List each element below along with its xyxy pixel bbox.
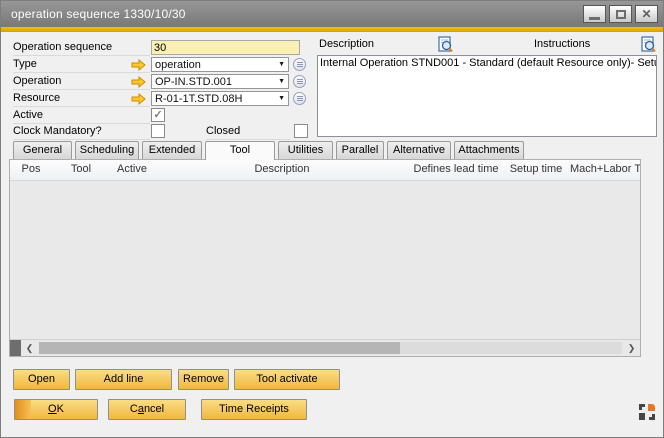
resource-dropdown[interactable]: R-01-1T.STD.08H ▼ (151, 91, 289, 106)
chevron-down-icon: ▼ (278, 61, 288, 68)
type-link-arrow-icon[interactable] (131, 59, 146, 71)
column-header-mach-labor-time: Mach+Labor Ti (570, 160, 640, 180)
time-receipts-button[interactable]: Time Receipts (201, 399, 307, 420)
closed-label: Closed (206, 124, 290, 140)
scroll-right-button[interactable]: ❯ (623, 340, 640, 356)
type-dropdown[interactable]: operation ▼ (151, 57, 289, 72)
operation-label: Operation (13, 74, 150, 90)
open-button[interactable]: Open (13, 369, 70, 390)
tab-general[interactable]: General (13, 141, 72, 159)
tool-table-panel: Pos Tool Active Description Defines lead… (9, 159, 641, 357)
column-header-defines-lead-time: Defines lead time (410, 160, 502, 180)
operation-sequence-label: Operation sequence (13, 40, 150, 56)
chevron-down-icon: ▼ (278, 78, 288, 85)
operation-choose-from-list-icon[interactable] (293, 75, 306, 88)
default-button-highlight (15, 400, 31, 419)
check-icon: ✓ (153, 110, 162, 121)
tab-strip: General Scheduling Extended Tool Utiliti… (13, 141, 527, 160)
add-line-button[interactable]: Add line (75, 369, 172, 390)
operation-sequence-input[interactable] (151, 40, 300, 55)
column-header-pos: Pos (10, 160, 52, 180)
resource-link-arrow-icon[interactable] (131, 93, 146, 105)
active-checkbox[interactable]: ✓ (151, 108, 165, 122)
chevron-left-icon: ❮ (26, 343, 34, 353)
chevron-down-icon: ▼ (278, 95, 288, 102)
clock-mandatory-checkbox[interactable] (151, 124, 165, 138)
instructions-expand-editor-icon[interactable] (641, 36, 656, 53)
tool-activate-button[interactable]: Tool activate (234, 369, 340, 390)
closed-checkbox[interactable] (294, 124, 308, 138)
accent-bar (1, 27, 663, 32)
minimize-button[interactable] (583, 5, 606, 23)
chevron-right-icon: ❯ (628, 343, 636, 353)
tab-alternative[interactable]: Alternative (387, 141, 451, 159)
operation-link-arrow-icon[interactable] (131, 76, 146, 88)
scrollbar-thumb[interactable] (39, 342, 400, 354)
active-label: Active (13, 108, 150, 124)
tab-parallel[interactable]: Parallel (336, 141, 384, 159)
maximize-button[interactable] (609, 5, 632, 23)
close-icon: ✕ (641, 8, 651, 20)
title-bar: operation sequence 1330/10/30 (1, 1, 663, 27)
close-button[interactable]: ✕ (635, 5, 658, 23)
column-header-setup-time: Setup time (502, 160, 570, 180)
description-label: Description (319, 38, 374, 52)
tab-utilities[interactable]: Utilities (278, 141, 333, 159)
table-body-empty (10, 181, 640, 339)
resource-choose-from-list-icon[interactable] (293, 92, 306, 105)
scroll-left-button[interactable]: ❮ (21, 340, 38, 356)
window-controls: ✕ (583, 5, 658, 23)
operation-sequence-window: operation sequence 1330/10/30 ✕ Operatio… (0, 0, 664, 438)
resize-grip-icon[interactable] (638, 403, 656, 421)
type-choose-from-list-icon[interactable] (293, 58, 306, 71)
column-header-active: Active (110, 160, 154, 180)
window-title: operation sequence 1330/10/30 (1, 7, 186, 21)
description-expand-editor-icon[interactable] (438, 36, 453, 53)
table-header-row: Pos Tool Active Description Defines lead… (10, 160, 640, 181)
type-value: operation (152, 59, 278, 71)
horizontal-scrollbar[interactable]: ❮ ❯ (10, 339, 640, 356)
tab-scheduling[interactable]: Scheduling (75, 141, 139, 159)
clock-mandatory-label: Clock Mandatory? (13, 124, 150, 140)
ok-button[interactable]: OK (14, 399, 98, 420)
minimize-icon (589, 17, 600, 20)
resource-label: Resource (13, 91, 150, 107)
instructions-label: Instructions (534, 38, 590, 52)
column-header-description: Description (154, 160, 410, 180)
splitter-handle[interactable] (10, 340, 21, 356)
tab-tool[interactable]: Tool (205, 141, 275, 160)
maximize-icon (616, 10, 626, 19)
scrollbar-track[interactable] (39, 342, 622, 354)
tab-extended[interactable]: Extended (142, 141, 202, 159)
type-label: Type (13, 57, 150, 73)
resource-value: R-01-1T.STD.08H (152, 93, 278, 105)
tab-attachments[interactable]: Attachments (454, 141, 524, 159)
remove-button[interactable]: Remove (178, 369, 229, 390)
operation-value: OP-IN.STD.001 (152, 76, 278, 88)
operation-dropdown[interactable]: OP-IN.STD.001 ▼ (151, 74, 289, 89)
cancel-button[interactable]: Cancel (108, 399, 186, 420)
column-header-tool: Tool (52, 160, 110, 180)
description-textarea[interactable]: Internal Operation STND001 - Standard (d… (317, 55, 657, 137)
